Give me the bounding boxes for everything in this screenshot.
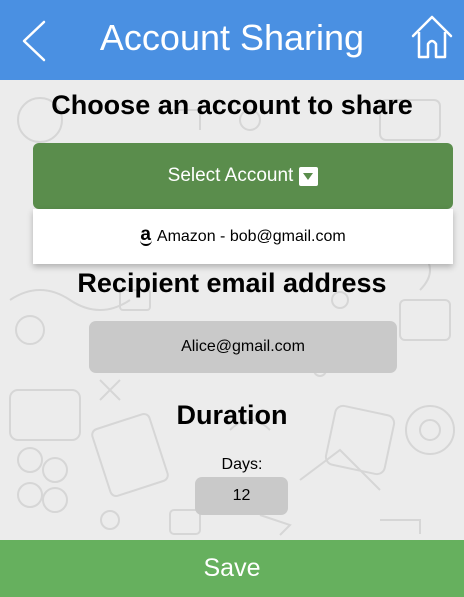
select-account-label: Select Account bbox=[167, 165, 294, 186]
recipient-email-field[interactable]: Alice@gmail.com bbox=[89, 321, 397, 373]
days-field[interactable]: 12 bbox=[195, 477, 288, 515]
save-button[interactable]: Save bbox=[0, 540, 464, 597]
recipient-email-heading: Recipient email address bbox=[77, 268, 387, 298]
account-option-label: Amazon - bob@gmail.com bbox=[156, 227, 346, 245]
home-icon[interactable] bbox=[408, 12, 456, 62]
select-account-button[interactable]: Select Account bbox=[33, 143, 453, 209]
caret-down-icon bbox=[299, 166, 319, 186]
chevron-left-icon[interactable] bbox=[16, 18, 52, 64]
header-bar: Account Sharing bbox=[0, 0, 464, 80]
amazon-icon: a bbox=[140, 223, 152, 246]
days-label: Days: bbox=[221, 456, 263, 473]
choose-account-heading: Choose an account to share bbox=[51, 90, 413, 120]
account-option-amazon[interactable]: a Amazon - bob@gmail.com bbox=[33, 209, 453, 264]
page-title: Account Sharing bbox=[99, 17, 365, 58]
duration-heading: Duration bbox=[176, 400, 288, 430]
